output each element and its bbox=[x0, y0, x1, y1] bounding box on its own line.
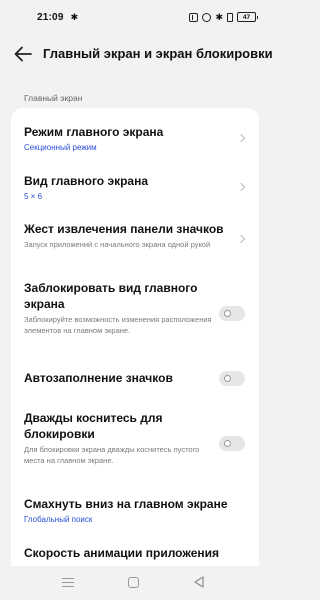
app-bar: Главный экран и экран блокировки bbox=[0, 34, 273, 74]
bluetooth-icon: ✱ bbox=[215, 11, 223, 22]
setting-title: Дважды коснитесь для блокировки bbox=[24, 411, 163, 441]
section-header: Главный экран bbox=[24, 93, 83, 103]
setting-swipe-down[interactable]: Смахнуть вниз на главном экране Глобальн… bbox=[24, 496, 246, 524]
status-bar: 21:09 ✱ ✱ 47 bbox=[0, 0, 270, 34]
home-icon[interactable] bbox=[128, 577, 139, 588]
setting-title: Смахнуть вниз на главном экране bbox=[24, 497, 228, 511]
setting-value: Секционный режим bbox=[24, 143, 97, 152]
chevron-right-icon bbox=[236, 133, 246, 143]
toggle-knob bbox=[224, 375, 231, 382]
chevron-right-icon bbox=[236, 182, 246, 192]
setting-animation-speed[interactable]: Скорость анимации приложения bbox=[24, 545, 246, 561]
setting-title: Жест извлечения панели значков bbox=[24, 222, 224, 236]
lock-layout-toggle[interactable] bbox=[219, 306, 245, 321]
nav-back-icon[interactable] bbox=[192, 575, 206, 589]
setting-title: Автозаполнение значков bbox=[24, 371, 173, 385]
status-time: 21:09 bbox=[37, 11, 64, 23]
setting-value: 5 × 6 bbox=[24, 192, 43, 201]
setting-title: Скорость анимации приложения bbox=[24, 546, 220, 560]
back-arrow-icon[interactable] bbox=[14, 46, 32, 62]
navigation-bar bbox=[0, 566, 270, 600]
nfc-icon bbox=[189, 12, 199, 22]
recent-apps-icon[interactable] bbox=[62, 578, 74, 588]
gear-icon: ✱ bbox=[70, 11, 79, 22]
setting-description: Для блокировки экрана дважды коснитесь п… bbox=[24, 445, 200, 465]
setting-title: Заблокировать вид главного экрана bbox=[24, 281, 198, 311]
page-title: Главный экран и экран блокировки bbox=[43, 46, 273, 61]
auto-fill-toggle[interactable] bbox=[219, 371, 245, 386]
setting-home-layout[interactable]: Вид главного экрана 5 × 6 bbox=[24, 173, 246, 201]
battery-level: 47 bbox=[242, 13, 251, 21]
setting-lock-layout[interactable]: Заблокировать вид главного экрана Заблок… bbox=[24, 280, 246, 336]
chevron-right-icon bbox=[236, 234, 246, 244]
vibrate-icon bbox=[227, 12, 233, 22]
toggle-knob bbox=[224, 310, 231, 317]
settings-card: Режим главного экрана Секционный режим В… bbox=[11, 108, 259, 578]
setting-title: Режим главного экрана bbox=[24, 125, 164, 139]
setting-home-mode[interactable]: Режим главного экрана Секционный режим bbox=[24, 124, 246, 152]
battery-icon: 47 bbox=[237, 12, 258, 22]
setting-icon-panel-gesture[interactable]: Жест извлечения панели значков Запуск пр… bbox=[24, 221, 246, 250]
alarm-icon bbox=[202, 12, 212, 22]
setting-value: Глобальный поиск bbox=[24, 515, 93, 524]
status-icons: ✱ 47 bbox=[189, 11, 258, 23]
setting-description: Заблокируйте возможность изменения распо… bbox=[24, 315, 212, 335]
setting-double-tap-lock[interactable]: Дважды коснитесь для блокировки Для блок… bbox=[24, 410, 246, 466]
setting-description: Запуск приложений с начального экрана од… bbox=[24, 240, 211, 249]
setting-title: Вид главного экрана bbox=[24, 174, 149, 188]
toggle-knob bbox=[224, 440, 231, 447]
setting-auto-fill-icons[interactable]: Автозаполнение значков bbox=[24, 370, 246, 386]
double-tap-lock-toggle[interactable] bbox=[219, 436, 245, 451]
